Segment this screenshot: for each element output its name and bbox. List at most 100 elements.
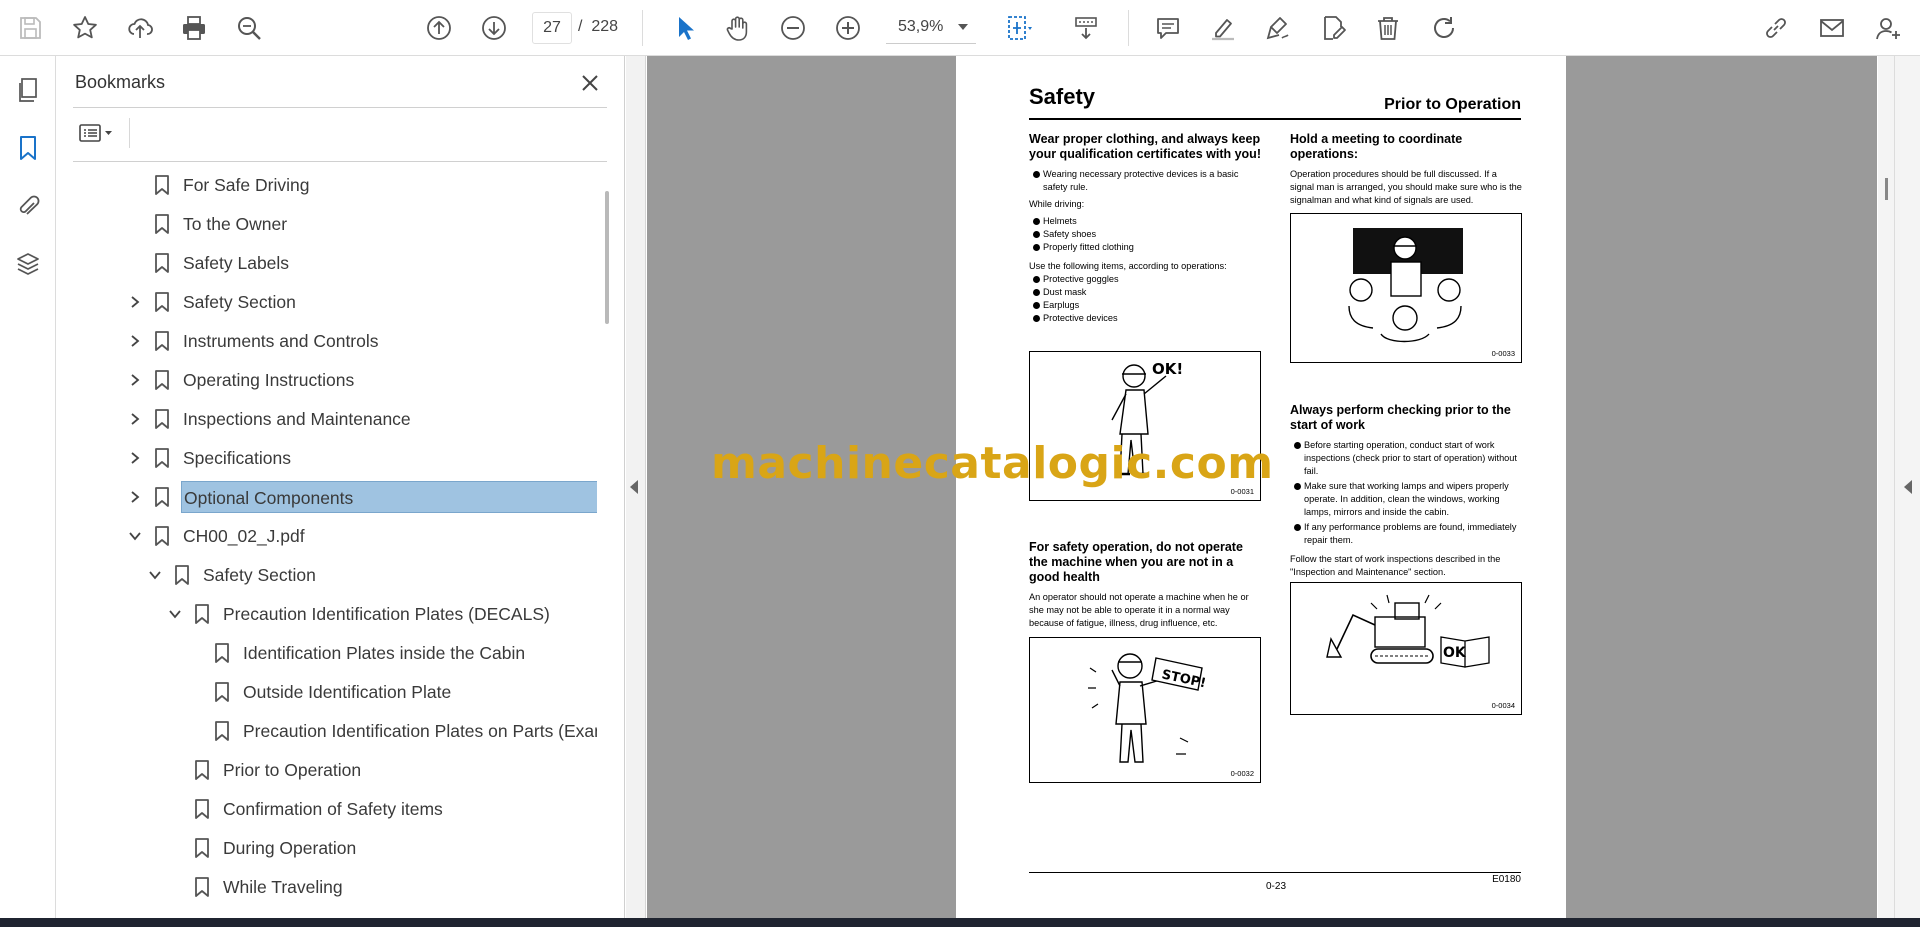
page-footer-number: 0-23 xyxy=(1266,881,1287,892)
save-icon[interactable] xyxy=(10,8,50,48)
bookmark-item[interactable]: Precaution Identification Plates on Part… xyxy=(57,713,597,749)
chevron-right-icon[interactable] xyxy=(126,371,144,389)
clothing-heading: Wear proper clothing, and always keep yo… xyxy=(1029,132,1261,161)
zoom-in-icon[interactable] xyxy=(828,8,868,48)
collapse-panel-icon[interactable] xyxy=(630,480,638,494)
page-footer-code: E0180 xyxy=(1492,874,1521,885)
bookmark-item[interactable]: While Traveling xyxy=(57,869,597,905)
bookmark-options-button[interactable] xyxy=(73,116,119,150)
page-title: Safety xyxy=(1029,84,1096,109)
chevron-down-icon[interactable] xyxy=(146,566,164,584)
ok-figure-text: OK! xyxy=(1152,360,1183,378)
bookmark-item[interactable]: Precaution Identification Plates (DECALS… xyxy=(57,596,597,632)
bookmark-label: Precaution Identification Plates (DECALS… xyxy=(223,604,550,624)
layers-icon[interactable] xyxy=(8,244,48,284)
chevron-right-icon[interactable] xyxy=(126,293,144,311)
comment-icon[interactable] xyxy=(1148,8,1188,48)
checking-heading: Always perform checking prior to the sta… xyxy=(1290,403,1511,432)
chevron-down-icon[interactable] xyxy=(958,24,968,30)
right-column-lower: Always perform checking prior to the sta… xyxy=(1290,403,1522,583)
follow-text: Follow the start of work inspections des… xyxy=(1290,554,1501,577)
chevron-right-icon[interactable] xyxy=(126,332,144,350)
chevron-down-icon[interactable] xyxy=(166,605,184,623)
bookmark-item[interactable]: Prior to Operation xyxy=(57,752,597,788)
fit-page-icon[interactable] xyxy=(998,8,1038,48)
account-icon[interactable] xyxy=(1868,8,1908,48)
bookmark-label: Outside Identification Plate xyxy=(243,682,452,702)
panel-splitter[interactable] xyxy=(626,56,646,918)
print-icon[interactable] xyxy=(174,8,214,48)
select-cursor-icon[interactable] xyxy=(664,8,704,48)
prev-page-icon[interactable] xyxy=(419,8,459,48)
delete-icon[interactable] xyxy=(1368,8,1408,48)
fill-sign-icon[interactable] xyxy=(1313,8,1353,48)
bullet-item: Protective goggles xyxy=(1029,273,1261,286)
star-icon[interactable] xyxy=(65,8,105,48)
header-rule xyxy=(1029,118,1521,120)
rotate-icon[interactable] xyxy=(1424,8,1464,48)
pages-icon[interactable] xyxy=(8,70,48,110)
search-zoom-icon[interactable] xyxy=(229,8,269,48)
document-scroll-thumb[interactable] xyxy=(1885,178,1888,200)
expand-right-panel-icon[interactable] xyxy=(1904,480,1912,494)
attachment-icon[interactable] xyxy=(8,186,48,226)
bookmark-ribbon-icon xyxy=(213,720,231,742)
scroll-mode-icon[interactable] xyxy=(1066,8,1106,48)
bookmark-item[interactable]: Instruments and Controls xyxy=(57,323,597,359)
bookmark-label: For Safe Driving xyxy=(183,175,310,195)
bullet-item: If any performance problems are found, i… xyxy=(1290,521,1522,547)
email-icon[interactable] xyxy=(1812,8,1852,48)
bookmark-label: Safety Section xyxy=(203,565,316,585)
bookmark-label: Safety Section xyxy=(183,292,296,312)
page-section-title: Prior to Operation xyxy=(1384,96,1521,113)
bookmark-label: Confirmation of Safety items xyxy=(223,799,443,819)
figure-excavator: OK 0-0034 xyxy=(1290,582,1522,715)
bookmark-label: Safety Labels xyxy=(183,253,290,273)
bookmark-item[interactable]: To the Owner xyxy=(57,206,597,242)
bullet-item: Safety shoes xyxy=(1029,228,1261,241)
right-column: Hold a meeting to coordinate operations:… xyxy=(1290,132,1522,211)
bookmark-icon[interactable] xyxy=(8,128,48,168)
bookmark-item[interactable]: Confirmation of Safety items xyxy=(57,791,597,827)
page-number-input[interactable]: 27 xyxy=(532,12,572,44)
bookmark-ribbon-icon xyxy=(213,642,231,664)
bookmark-item[interactable]: CH00_02_J.pdf xyxy=(57,518,597,554)
chevron-right-icon[interactable] xyxy=(126,449,144,467)
health-heading: For safety operation, do not operate the… xyxy=(1029,540,1243,584)
meeting-text: Operation procedures should be full disc… xyxy=(1290,169,1522,205)
bookmark-item[interactable]: Operating Instructions xyxy=(57,362,597,398)
chevron-right-icon[interactable] xyxy=(126,410,144,428)
bookmark-item[interactable]: Identification Plates inside the Cabin xyxy=(57,635,597,671)
bookmark-item[interactable]: Safety Labels xyxy=(57,245,597,281)
zoom-out-icon[interactable] xyxy=(773,8,813,48)
bookmark-item[interactable]: Outside Identification Plate xyxy=(57,674,597,710)
chevron-right-icon[interactable] xyxy=(126,488,144,506)
divider xyxy=(73,161,607,162)
bookmark-ribbon-icon xyxy=(193,798,211,820)
bookmark-item[interactable]: Safety Section xyxy=(57,557,597,593)
bookmark-label: During Operation xyxy=(223,838,357,858)
bookmark-item[interactable]: During Operation xyxy=(57,830,597,866)
bookmark-item[interactable]: Optional Components xyxy=(57,479,597,515)
bookmark-item[interactable]: Safety Section xyxy=(57,284,597,320)
share-link-icon[interactable] xyxy=(1756,8,1796,48)
taskbar xyxy=(0,918,1920,927)
bullet-item: Properly fitted clothing xyxy=(1029,241,1261,254)
bookmark-ribbon-icon xyxy=(153,330,171,352)
hand-icon[interactable] xyxy=(718,8,758,48)
bookmark-ribbon-icon xyxy=(153,447,171,469)
upload-icon[interactable] xyxy=(120,8,160,48)
chevron-down-icon[interactable] xyxy=(126,527,144,545)
page-separator: / xyxy=(578,18,583,35)
draw-icon[interactable] xyxy=(1258,8,1298,48)
bookmark-ribbon-icon xyxy=(153,369,171,391)
bookmark-item[interactable]: Inspections and Maintenance xyxy=(57,401,597,437)
figure-code: 0-0034 xyxy=(1491,701,1515,710)
bookmark-item[interactable]: For Safe Driving xyxy=(57,167,597,203)
bullet-item: Helmets xyxy=(1029,215,1261,228)
bookmark-item[interactable]: Specifications xyxy=(57,440,597,476)
close-icon[interactable] xyxy=(575,68,605,98)
next-page-icon[interactable] xyxy=(474,8,514,48)
bookmarks-scroll-thumb[interactable] xyxy=(605,191,609,324)
highlight-icon[interactable] xyxy=(1203,8,1243,48)
